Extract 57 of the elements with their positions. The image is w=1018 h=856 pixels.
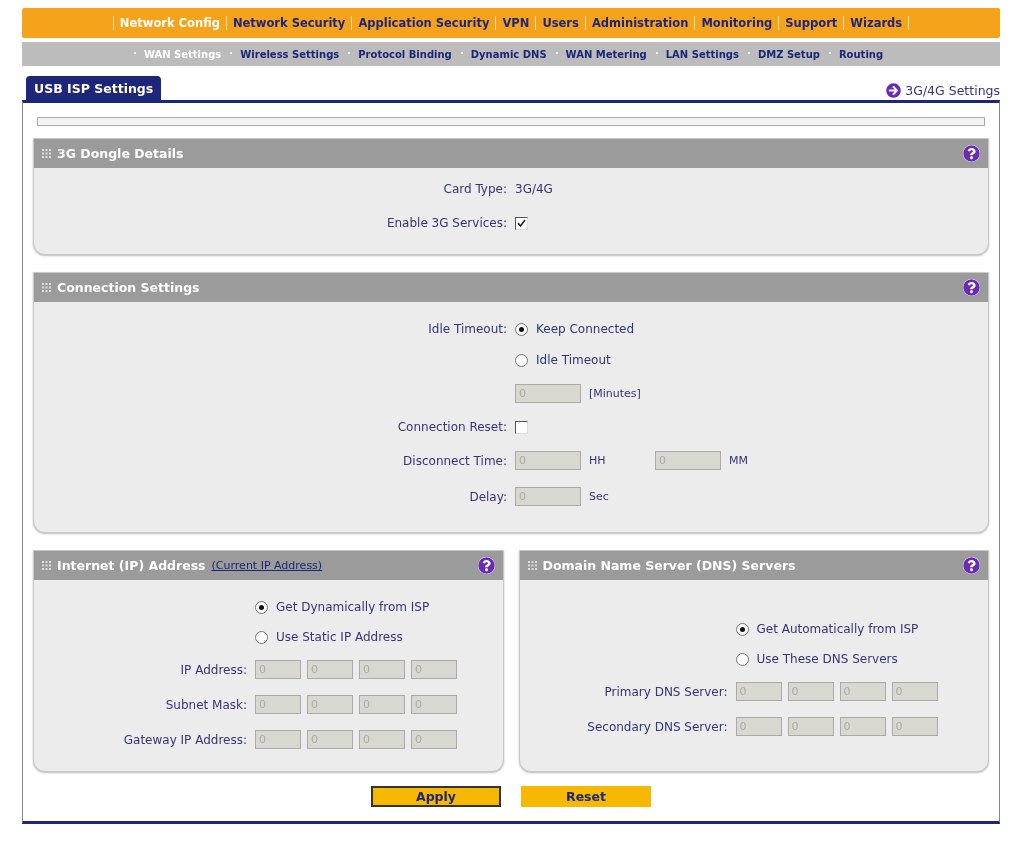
unit-label: MM [729,454,749,467]
apply-button[interactable]: Apply [371,786,501,807]
field-label: Card Type: [442,182,507,196]
radio-button[interactable] [735,622,749,636]
field-label: Primary DNS Server: [603,684,728,699]
field-label: IP Address: [179,662,247,677]
field-label: Subnet Mask: [164,697,247,712]
radio-label: Get Dynamically from ISP [276,600,430,614]
unit-label: HH [589,454,607,467]
page-tab[interactable]: USB ISP Settings [26,76,162,100]
radio-label: Idle Timeout [536,353,611,367]
field-label: Secondary DNS Server: [586,719,728,734]
field-label: Gateway IP Address: [122,732,247,747]
field-label: Connection Reset: [396,420,507,434]
radio-label: Get Automatically from ISP [756,622,919,636]
help-icon[interactable] [963,279,980,296]
top-nav-item[interactable]: Administration [584,16,695,30]
radio-label: Use Static IP Address [276,630,403,644]
section-title: Internet (IP) Address [57,558,206,573]
unit-label: Sec [589,490,610,503]
grip-icon [42,149,51,158]
top-nav-item[interactable]: Application Security [351,16,496,30]
radio-button[interactable] [515,353,528,367]
top-nav-item[interactable]: Monitoring [694,16,779,30]
help-icon[interactable] [477,557,495,574]
radio-label: Keep Connected [536,322,635,336]
grip-icon [527,561,537,570]
grip-icon [42,561,51,570]
radio-button[interactable] [735,652,749,666]
help-icon[interactable] [963,557,980,574]
checkbox[interactable] [515,420,528,434]
section-title: Domain Name Server (DNS) Servers [542,558,796,573]
field-value: 3G/4G [515,182,553,196]
top-nav-item[interactable]: Wizards [843,16,910,30]
field-label: Delay: [468,489,507,504]
top-nav-item[interactable]: Network Security [225,16,352,30]
top-nav-item[interactable]: Support [778,16,844,30]
field-label: Idle Timeout: [427,322,507,336]
section-title: 3G Dongle Details [57,146,184,161]
top-nav-item[interactable]: Network Config [112,16,226,30]
field-label: Disconnect Time: [402,453,507,468]
radio-button[interactable] [515,322,528,336]
settings-link[interactable]: 3G/4G Settings [886,83,1000,98]
arrow-right-icon [886,83,902,98]
reset-button[interactable]: Reset [521,786,651,807]
field-label: Enable 3G Services: [385,216,507,230]
top-nav-item[interactable]: VPN [495,16,536,30]
checkbox[interactable] [515,216,528,230]
radio-button[interactable] [255,630,268,644]
grip-icon [42,283,51,292]
radio-label: Use These DNS Servers [756,652,898,666]
help-icon[interactable] [963,145,980,162]
radio-button[interactable] [255,600,268,614]
top-nav-item[interactable]: Users [535,16,585,30]
section-title: Connection Settings [57,280,200,295]
current-ip-link[interactable]: (Current IP Address) [211,559,323,572]
unit-label: [Minutes] [589,387,642,400]
